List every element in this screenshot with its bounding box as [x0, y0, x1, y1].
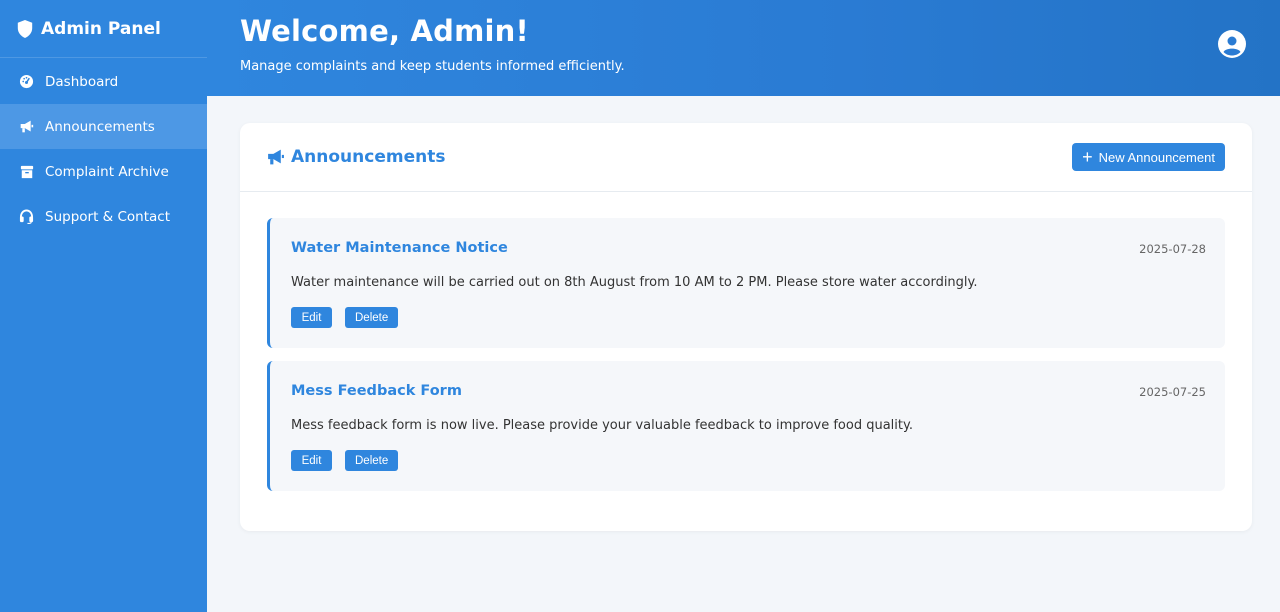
sidebar: Admin Panel Dashboard Announcements Comp… — [0, 0, 207, 612]
announcement-item: Mess Feedback Form 2025-07-25 Mess feedb… — [267, 361, 1225, 491]
sidebar-item-label: Support & Contact — [45, 208, 171, 225]
delete-button[interactable]: Delete — [345, 307, 398, 328]
megaphone-icon — [268, 149, 284, 165]
headset-icon — [19, 209, 34, 224]
shield-icon — [17, 19, 33, 38]
plus-icon: + — [1082, 147, 1093, 167]
sidebar-item-label: Announcements — [45, 118, 155, 135]
brand: Admin Panel — [0, 0, 207, 58]
brand-title: Admin Panel — [41, 18, 161, 39]
announcement-date: 2025-07-28 — [1139, 242, 1206, 256]
sidebar-item-complaint-archive[interactable]: Complaint Archive — [0, 149, 207, 194]
delete-button[interactable]: Delete — [345, 450, 398, 471]
announcement-item: Water Maintenance Notice 2025-07-28 Wate… — [267, 218, 1225, 348]
sidebar-item-label: Complaint Archive — [45, 163, 169, 180]
archive-icon — [19, 164, 34, 179]
sidebar-item-announcements[interactable]: Announcements — [0, 104, 207, 149]
dashboard-icon — [19, 74, 34, 89]
user-circle-icon[interactable] — [1218, 30, 1246, 58]
announcement-title: Water Maintenance Notice — [291, 240, 508, 256]
announcement-title: Mess Feedback Form — [291, 383, 462, 399]
welcome-header: Welcome, Admin! Manage complaints and ke… — [207, 0, 1280, 96]
page-subtitle: Manage complaints and keep students info… — [240, 59, 625, 74]
megaphone-icon — [19, 119, 34, 134]
panel-header: Announcements + New Announcement — [240, 123, 1252, 192]
edit-button[interactable]: Edit — [291, 450, 332, 471]
sidebar-item-label: Dashboard — [45, 73, 119, 90]
announcements-panel: Announcements + New Announcement Water M… — [240, 123, 1252, 531]
sidebar-item-dashboard[interactable]: Dashboard — [0, 59, 207, 104]
new-announcement-label: New Announcement — [1098, 149, 1215, 165]
page-title: Welcome, Admin! — [240, 14, 529, 48]
announcement-date: 2025-07-25 — [1139, 385, 1206, 399]
panel-title: Announcements — [291, 147, 446, 167]
announcement-body: Mess feedback form is now live. Please p… — [291, 418, 913, 433]
new-announcement-button[interactable]: + New Announcement — [1072, 143, 1225, 171]
announcement-body: Water maintenance will be carried out on… — [291, 275, 978, 290]
sidebar-item-support[interactable]: Support & Contact — [0, 194, 207, 239]
edit-button[interactable]: Edit — [291, 307, 332, 328]
